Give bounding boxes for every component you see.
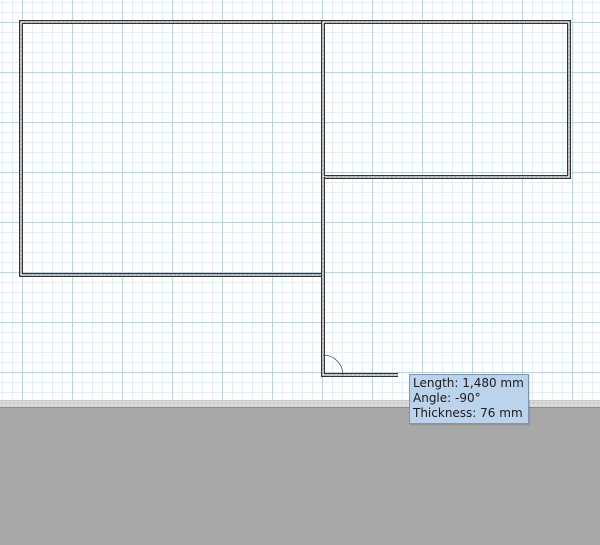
wall-vertical-lower[interactable] xyxy=(321,177,398,377)
tooltip-angle: Angle: -90° xyxy=(413,391,481,405)
tooltip-length: Length: 1,480 mm xyxy=(413,376,524,390)
plan-editor[interactable]: Length: 1,480 mm Angle: -90° Thickness: … xyxy=(0,0,600,545)
wall-room-right[interactable] xyxy=(321,20,571,179)
wall-measure-tooltip: Length: 1,480 mm Angle: -90° Thickness: … xyxy=(409,374,529,424)
outside-plan-area xyxy=(0,408,600,545)
wall-room-left[interactable] xyxy=(19,20,325,277)
tooltip-thickness: Thickness: 76 mm xyxy=(413,406,523,420)
angle-arc-indicator xyxy=(322,354,344,376)
